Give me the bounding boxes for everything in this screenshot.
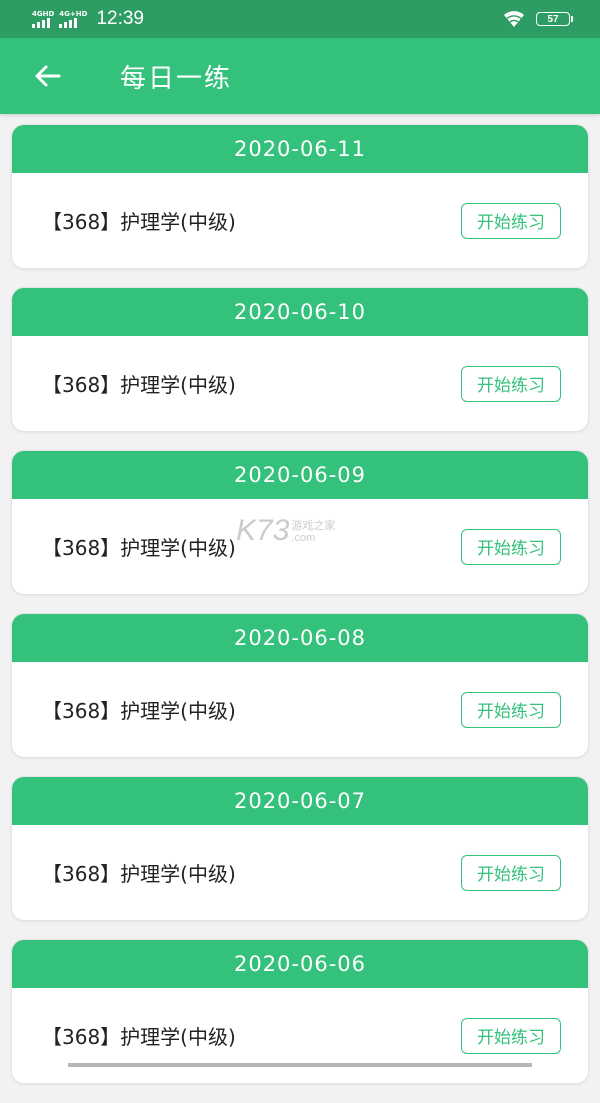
card-date: 2020-06-07: [12, 777, 588, 825]
status-time: 12:39: [96, 8, 144, 29]
sim1-signal-icon: 4GHD: [32, 10, 54, 28]
card-body: 【368】护理学(中级) 开始练习: [12, 662, 588, 757]
sim2-label: 4G+HD: [59, 10, 88, 18]
back-button[interactable]: [22, 51, 72, 101]
practice-card: 2020-06-06 【368】护理学(中级) 开始练习: [12, 940, 588, 1083]
card-body: 【368】护理学(中级) 开始练习: [12, 173, 588, 268]
card-date: 2020-06-09: [12, 451, 588, 499]
card-body: 【368】护理学(中级) 开始练习: [12, 988, 588, 1083]
card-date: 2020-06-10: [12, 288, 588, 336]
start-practice-button[interactable]: 开始练习: [461, 691, 561, 728]
arrow-left-icon: [35, 65, 61, 87]
card-date: 2020-06-08: [12, 614, 588, 662]
course-title: 【368】护理学(中级): [42, 373, 236, 397]
sim2-signal-icon: 4G+HD: [59, 10, 87, 28]
card-body: 【368】护理学(中级) 开始练习: [12, 336, 588, 431]
start-practice-button[interactable]: 开始练习: [461, 1017, 561, 1054]
start-practice-button[interactable]: 开始练习: [461, 854, 561, 891]
practice-list: 2020-06-11 【368】护理学(中级) 开始练习 2020-06-10 …: [12, 125, 588, 1103]
card-date: 2020-06-06: [12, 940, 588, 988]
course-title: 【368】护理学(中级): [42, 536, 236, 560]
start-practice-button[interactable]: 开始练习: [461, 365, 561, 402]
battery-level: 57: [547, 13, 559, 25]
practice-card: 2020-06-11 【368】护理学(中级) 开始练习: [12, 125, 588, 268]
bottom-divider: [68, 1063, 532, 1067]
card-date: 2020-06-11: [12, 125, 588, 173]
start-practice-button[interactable]: 开始练习: [461, 202, 561, 239]
card-body: 【368】护理学(中级) 开始练习: [12, 499, 588, 594]
practice-card: 2020-06-10 【368】护理学(中级) 开始练习: [12, 288, 588, 431]
page-title: 每日一练: [120, 63, 233, 94]
wifi-icon: [504, 11, 524, 27]
battery-icon: 57: [536, 12, 573, 26]
course-title: 【368】护理学(中级): [42, 862, 236, 886]
practice-card: 2020-06-08 【368】护理学(中级) 开始练习: [12, 614, 588, 757]
course-title: 【368】护理学(中级): [42, 699, 236, 723]
app-bar: 每日一练: [0, 38, 600, 114]
sim1-label: 4GHD: [32, 10, 55, 18]
course-title: 【368】护理学(中级): [42, 1025, 236, 1049]
practice-card: 2020-06-07 【368】护理学(中级) 开始练习: [12, 777, 588, 920]
card-body: 【368】护理学(中级) 开始练习: [12, 825, 588, 920]
status-bar: 4GHD 4G+HD 12:39 57: [0, 0, 600, 38]
practice-card: 2020-06-09 【368】护理学(中级) 开始练习: [12, 451, 588, 594]
course-title: 【368】护理学(中级): [42, 210, 236, 234]
start-practice-button[interactable]: 开始练习: [461, 528, 561, 565]
